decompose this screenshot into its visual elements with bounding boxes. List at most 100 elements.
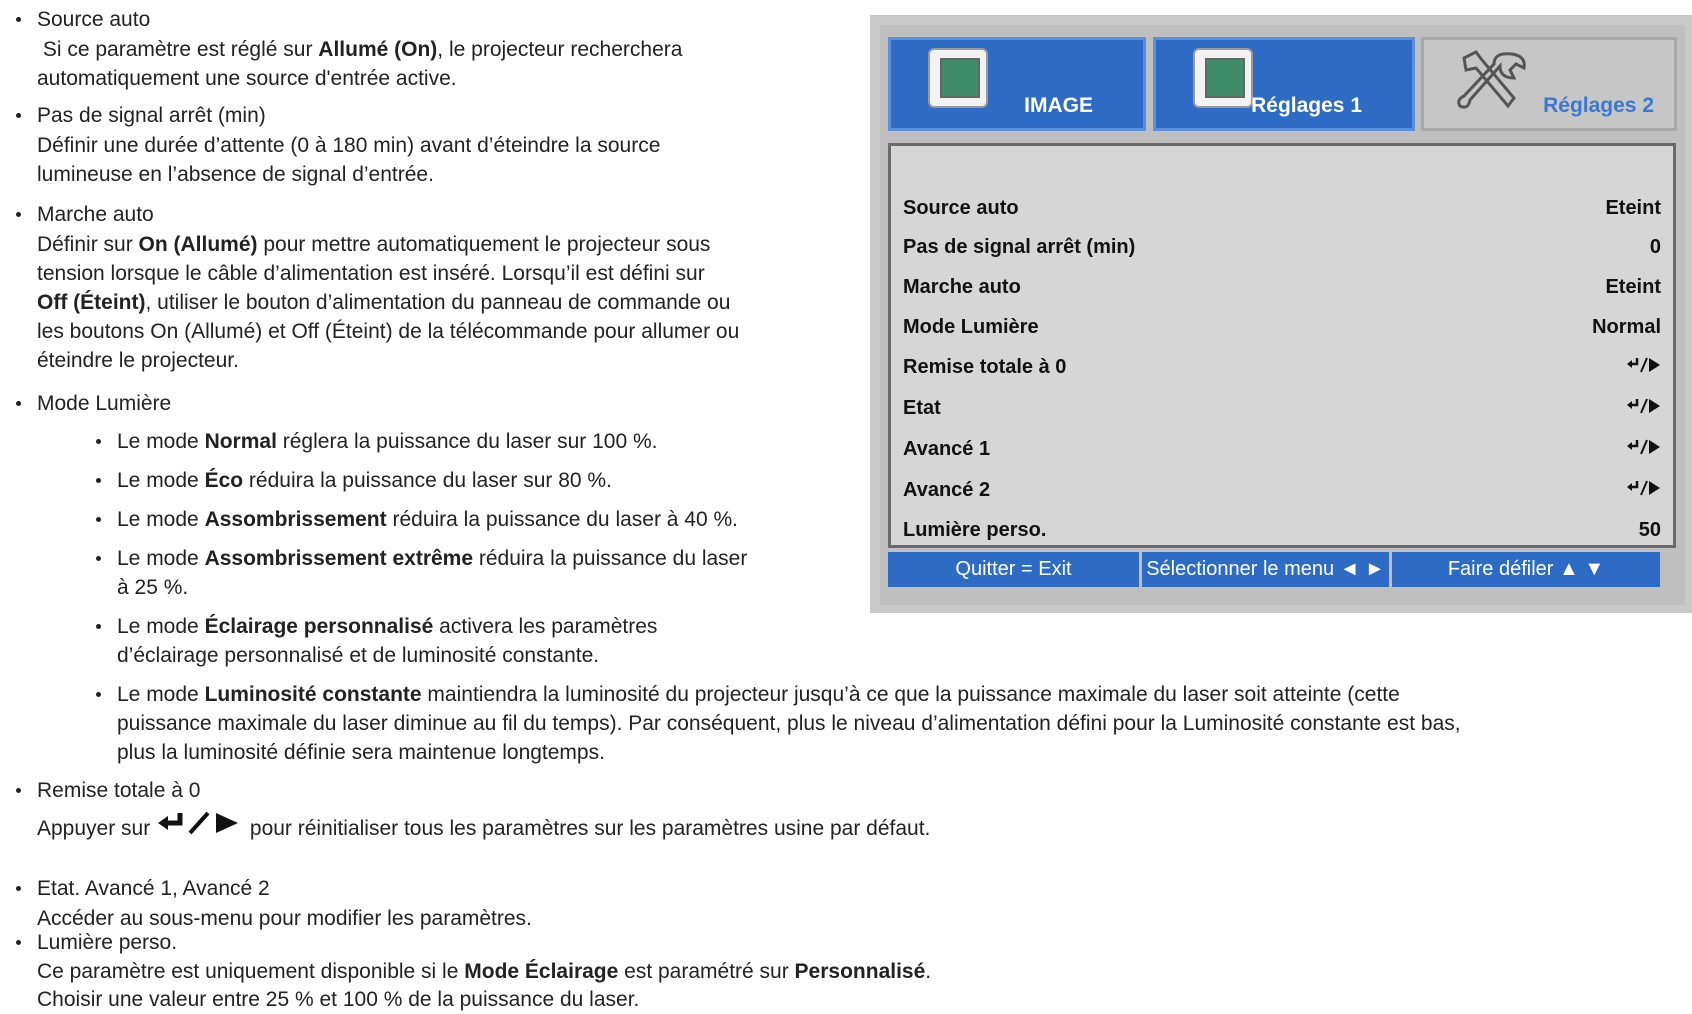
- tab-image[interactable]: IMAGE: [888, 37, 1146, 131]
- bullet-text: lumineuse en l’absence de signal d’entré…: [37, 163, 434, 186]
- text-bold: Off (Éteint): [37, 291, 146, 314]
- bullet-text: Off (Éteint), utiliser le bouton d’alime…: [37, 288, 730, 317]
- bullet-title: Pas de signal arrêt (min): [37, 104, 266, 127]
- enter-right-icon: [158, 811, 239, 835]
- bullet-text: automatiquement une source d'entrée acti…: [37, 67, 457, 90]
- bullet-text: Appuyer sur pour réinitialiser tous les …: [37, 811, 930, 843]
- text-run: maintiendra la luminosité du projecteur …: [421, 683, 1400, 706]
- projector-menu: IMAGE Réglages 1 Réglages 2 Source auto E…: [870, 15, 1692, 613]
- footer-select-hint: Sélectionner le menu ◄ ►: [1142, 552, 1389, 587]
- text-run: Le mode: [117, 469, 205, 492]
- text-bold: Éclairage personnalisé: [204, 615, 434, 638]
- bullet-dot: [96, 556, 101, 561]
- text-run: Le mode: [117, 547, 205, 570]
- menu-row-avance-2[interactable]: Avancé 2: [903, 476, 1661, 508]
- menu-row-etat[interactable]: Etat: [903, 394, 1661, 426]
- sub-bullet-text: Le mode Éco réduira la puissance du lase…: [117, 466, 612, 495]
- sub-bullet-text: puissance maximale du laser diminue au f…: [117, 712, 1461, 735]
- tab-label: IMAGE: [1024, 94, 1093, 117]
- row-label: Pas de signal arrêt (min): [903, 236, 1136, 258]
- bullet-text: Définir une durée d’attente (0 à 180 min…: [37, 134, 661, 157]
- sub-bullet-text: d’éclairage personnalisé et de luminosit…: [117, 644, 600, 667]
- text-run: est paramétré sur: [618, 960, 795, 983]
- bullet-text: éteindre le projecteur.: [37, 349, 239, 372]
- bullet-text: Définir sur On (Allumé) pour mettre auto…: [37, 230, 710, 259]
- text-bold: On (Allumé): [138, 233, 258, 256]
- menu-row-pas-de-signal[interactable]: Pas de signal arrêt (min) 0: [903, 233, 1661, 265]
- text-run: , utiliser le bouton d’alimentation du p…: [145, 291, 731, 314]
- text-run: Le mode: [117, 430, 205, 453]
- bullet-title: Source auto: [37, 8, 151, 31]
- sub-bullet-text: Le mode Normal réglera la puissance du l…: [117, 427, 657, 456]
- sub-bullet-text: à 25 %.: [117, 576, 189, 599]
- text-bold: Allumé (On): [318, 38, 438, 61]
- bullet-dot: [96, 692, 101, 697]
- text-bold: Personnalisé: [794, 960, 926, 983]
- row-label: Marche auto: [903, 276, 1021, 298]
- menu-footer: Quitter = Exit Sélectionner le menu ◄ ► …: [888, 552, 1678, 587]
- text-run: , le projecteur recherchera: [437, 38, 683, 61]
- text-run: activera les paramètres: [433, 615, 658, 638]
- enter-right-icon: [1627, 398, 1660, 414]
- row-value: 0: [1649, 236, 1661, 258]
- bullet-title: Etat. Avancé 1, Avancé 2: [37, 877, 270, 900]
- image-thumbnail-icon: [928, 48, 988, 108]
- row-label: Remise totale à 0: [903, 356, 1067, 378]
- enter-right-icon: [1627, 439, 1660, 455]
- sub-bullet-text: Le mode Luminosité constante maintiendra…: [117, 680, 1400, 709]
- row-label: Etat: [903, 397, 941, 419]
- menu-row-mode-lumiere[interactable]: Mode Lumière Normal: [903, 313, 1661, 345]
- text-run: réglera la puissance du laser sur 100 %.: [276, 430, 658, 453]
- text-bold: Luminosité constante: [204, 683, 422, 706]
- bullet-dot: [96, 478, 101, 483]
- text-bold: Normal: [204, 430, 277, 453]
- row-value: Normal: [1592, 316, 1661, 338]
- tab-reglages-2[interactable]: Réglages 2: [1421, 37, 1677, 131]
- text-bold: Assombrissement: [204, 508, 387, 531]
- bullet-title: Marche auto: [37, 203, 154, 226]
- row-value: 50: [1638, 519, 1661, 541]
- sub-bullet-text: Le mode Assombrissement extrême réduira …: [117, 544, 747, 573]
- text-run: Appuyer sur: [37, 817, 157, 840]
- tools-icon: [1457, 50, 1526, 109]
- bullet-dot: [16, 401, 21, 406]
- footer-scroll-hint: Faire défiler ▲ ▼: [1392, 552, 1660, 587]
- text-run: Ce paramètre est uniquement disponible s…: [37, 960, 465, 983]
- bullet-text: tension lorsque le câble d’alimentation …: [37, 262, 705, 285]
- bullet-title: Lumière perso.: [37, 931, 178, 954]
- text-bold: Assombrissement extrême: [204, 547, 474, 570]
- bullet-title: Remise totale à 0: [37, 779, 201, 802]
- row-label: Lumière perso.: [903, 519, 1047, 541]
- menu-row-avance-1[interactable]: Avancé 1: [903, 435, 1661, 467]
- text-run: Le mode: [117, 615, 205, 638]
- bullet-dot: [16, 17, 21, 22]
- text-bold: Mode Éclairage: [464, 960, 619, 983]
- menu-row-marche-auto[interactable]: Marche auto Eteint: [903, 273, 1661, 305]
- enter-right-icon: [1627, 357, 1660, 373]
- menu-row-source-auto[interactable]: Source auto Eteint: [903, 194, 1661, 226]
- text-run: Le mode: [117, 683, 205, 706]
- bullet-dot: [16, 113, 21, 118]
- bullet-dot: [96, 517, 101, 522]
- tab-label: Réglages 1: [1251, 94, 1362, 117]
- menu-frame: IMAGE Réglages 1 Réglages 2 Source auto E…: [880, 25, 1685, 605]
- tab-reglages-1[interactable]: Réglages 1: [1153, 37, 1415, 131]
- bullet-dot: [16, 788, 21, 793]
- text-run: réduira la puissance du laser sur 80 %.: [243, 469, 612, 492]
- menu-row-remise-totale[interactable]: Remise totale à 0: [903, 353, 1661, 385]
- footer-exit-hint: Quitter = Exit: [888, 552, 1139, 587]
- text-run: pour mettre automatiquement le projecteu…: [257, 233, 711, 256]
- row-label: Source auto: [903, 197, 1019, 219]
- bullet-text: Choisir une valeur entre 25 % et 100 % d…: [37, 988, 640, 1011]
- text-run: réduira la puissance du laser: [473, 547, 748, 570]
- settings-panel: Source auto Eteint Pas de signal arrêt (m…: [888, 143, 1676, 548]
- sub-bullet-text: Le mode Assombrissement réduira la puiss…: [117, 505, 738, 534]
- bullet-dot: [16, 886, 21, 891]
- menu-row-lumiere-perso[interactable]: Lumière perso. 50: [903, 516, 1661, 548]
- bullet-text: Si ce paramètre est réglé sur Allumé (On…: [37, 35, 683, 64]
- text-run: réduira la puissance du laser à 40 %.: [386, 508, 739, 531]
- enter-right-icon: [1627, 480, 1660, 496]
- row-value: Eteint: [1605, 197, 1661, 219]
- bullet-dot: [16, 940, 21, 945]
- bullet-dot: [16, 212, 21, 217]
